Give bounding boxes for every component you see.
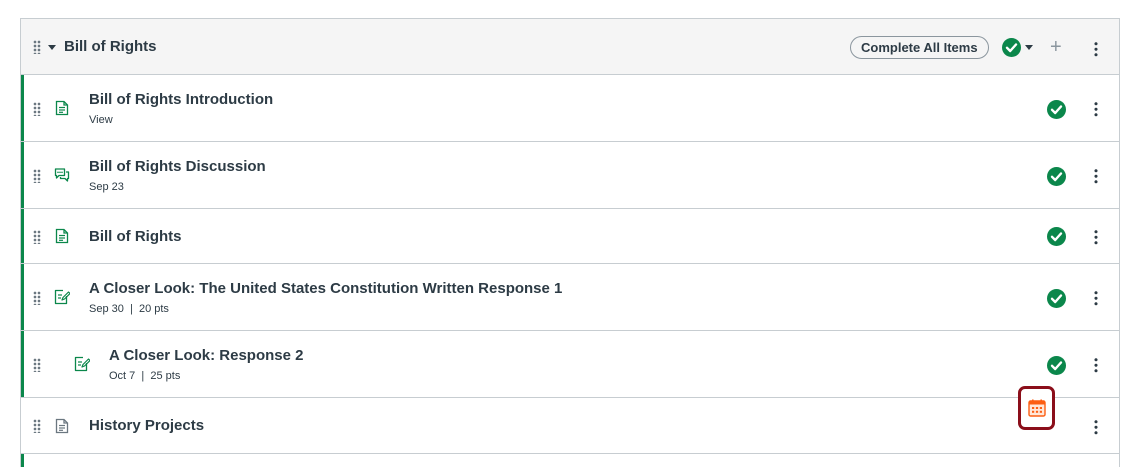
completion-bar	[21, 331, 24, 397]
item-options-kebab-icon[interactable]	[1094, 168, 1098, 184]
drag-handle-icon[interactable]	[33, 291, 41, 305]
item-options-kebab-icon[interactable]	[1094, 101, 1098, 117]
item-meta: Oct 7 | 25 pts	[109, 370, 181, 382]
item-options-kebab-icon[interactable]	[1094, 357, 1098, 373]
assignment-icon	[54, 289, 70, 305]
item-meta: View	[89, 114, 113, 126]
drag-handle-icon[interactable]	[33, 230, 41, 244]
calendar-icon[interactable]	[1027, 399, 1046, 417]
item-options-kebab-icon[interactable]	[1094, 419, 1098, 435]
drag-handle-icon[interactable]	[33, 102, 41, 116]
add-item-plus-icon[interactable]: +	[1050, 37, 1062, 57]
discussion-icon	[54, 168, 70, 182]
completion-bar	[21, 75, 24, 141]
item-title-link[interactable]: Bill of Rights	[89, 228, 182, 245]
completion-bar	[21, 454, 24, 467]
item-title-link[interactable]: History Projects	[89, 417, 204, 434]
module-complete-check-icon[interactable]	[1002, 38, 1021, 57]
item-title-link[interactable]: A Closer Look: Response 2	[109, 347, 304, 364]
completed-check-icon[interactable]	[1047, 100, 1066, 119]
completion-bar	[21, 142, 24, 208]
module-item-row[interactable]: A Closer Look: Response 2 Oct 7 | 25 pts	[21, 331, 1119, 398]
item-title-link[interactable]: Bill of Rights Discussion	[89, 158, 266, 175]
page-icon	[55, 100, 69, 116]
calendar-status-highlight[interactable]	[1018, 386, 1055, 430]
item-meta: Sep 23	[89, 181, 124, 193]
completed-check-icon[interactable]	[1047, 356, 1066, 375]
module-item-row[interactable]: Bill of Rights Introduction View	[21, 75, 1119, 142]
drag-handle-icon[interactable]	[33, 40, 41, 54]
module-container: Bill of Rights Complete All Items + Bill…	[20, 18, 1120, 467]
drag-handle-icon[interactable]	[33, 358, 41, 372]
item-options-kebab-icon[interactable]	[1094, 290, 1098, 306]
assignment-icon	[74, 356, 90, 372]
item-options-kebab-icon[interactable]	[1094, 229, 1098, 245]
module-item-row[interactable]: Bill of Rights	[21, 209, 1119, 264]
module-title[interactable]: Bill of Rights	[64, 38, 157, 55]
drag-handle-icon[interactable]	[33, 419, 41, 433]
publish-menu-caret-icon[interactable]	[1025, 45, 1033, 50]
page-icon	[55, 418, 69, 434]
complete-all-items-button[interactable]: Complete All Items	[850, 36, 989, 59]
completion-bar	[21, 264, 24, 330]
drag-handle-icon[interactable]	[33, 169, 41, 183]
completed-check-icon[interactable]	[1047, 167, 1066, 186]
module-item-row[interactable]: Bill of Rights Discussion Sep 23	[21, 142, 1119, 209]
module-header[interactable]: Bill of Rights Complete All Items +	[21, 19, 1119, 75]
completed-check-icon[interactable]	[1047, 289, 1066, 308]
collapse-caret-icon[interactable]	[48, 45, 56, 50]
completion-bar	[21, 209, 24, 263]
item-meta: Sep 30 | 20 pts	[89, 303, 169, 315]
page-icon	[55, 228, 69, 244]
module-options-kebab-icon[interactable]	[1094, 41, 1098, 57]
completed-check-icon[interactable]	[1047, 227, 1066, 246]
module-item-row[interactable]: A Closer Look: The United States Constit…	[21, 264, 1119, 331]
item-title-link[interactable]: Bill of Rights Introduction	[89, 91, 273, 108]
item-title-link[interactable]: A Closer Look: The United States Constit…	[89, 280, 562, 297]
module-item-row[interactable]: History Projects	[21, 398, 1119, 454]
